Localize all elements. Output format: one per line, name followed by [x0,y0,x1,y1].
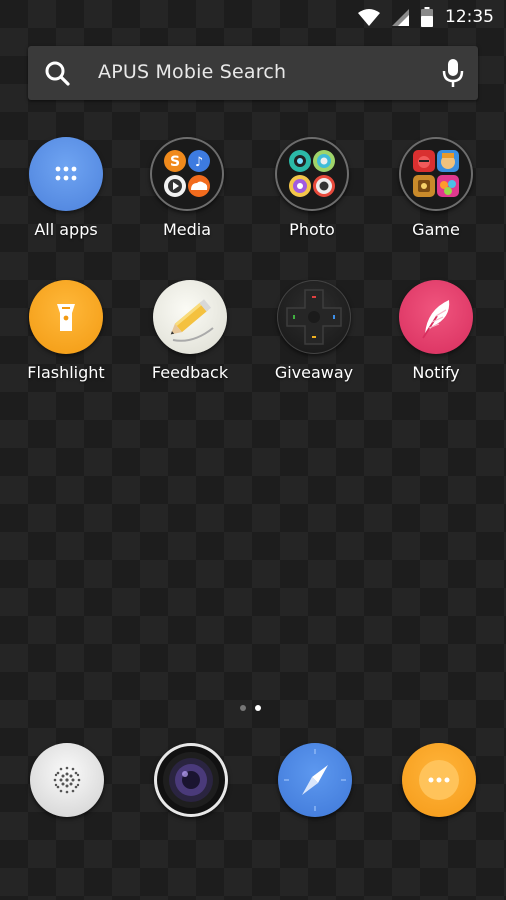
status-clock: 12:35 [445,7,494,27]
status-bar: 12:35 [0,0,506,34]
page-dot-active[interactable] [255,705,261,711]
app-photo-folder[interactable]: Photo [252,137,372,239]
app-media-folder[interactable]: S ♪ Media [127,137,247,239]
microphone-icon[interactable] [442,59,464,87]
search-input[interactable]: APUS Mobie Search [98,61,286,83]
app-drawer-icon[interactable] [29,137,103,211]
battery-icon [421,7,433,27]
app-label: Notify [412,363,460,382]
svg-text:S: S [170,154,180,170]
gamepad-icon[interactable] [277,280,351,354]
app-label: Photo [289,220,335,239]
signal-icon [392,8,409,26]
app-label: Feedback [151,363,229,382]
app-label: Flashlight [27,363,105,382]
feedback-pencil-icon[interactable] [153,280,227,354]
search-bar[interactable]: APUS Mobie Search [28,46,478,100]
app-notify[interactable]: Notify [376,280,496,382]
app-flashlight[interactable]: Flashlight [6,280,126,382]
app-feedback[interactable]: Feedback [130,280,250,382]
compass-browser-icon[interactable] [278,743,352,817]
camera-icon[interactable] [154,743,228,817]
more-icon[interactable] [402,743,476,817]
app-label: Game [412,220,460,239]
game-folder-icon[interactable] [399,137,473,211]
phone-speaker-icon[interactable] [30,743,104,817]
photo-folder-icon[interactable] [275,137,349,211]
svg-text:♪: ♪ [195,155,203,170]
app-giveaway[interactable]: Giveaway [254,280,374,382]
status-icons: 12:35 [358,6,494,28]
page-indicator[interactable] [240,705,261,711]
app-label: Media [162,220,212,239]
app-all-apps[interactable]: All apps [6,137,126,239]
app-label: All apps [34,220,98,239]
page-dot[interactable] [240,705,246,711]
media-folder-icon[interactable]: S ♪ [150,137,224,211]
flashlight-icon[interactable] [29,280,103,354]
search-icon[interactable] [44,60,70,86]
app-label: Giveaway [274,363,354,382]
wifi-icon [358,8,380,26]
feather-icon[interactable] [399,280,473,354]
app-game-folder[interactable]: Game [376,137,496,239]
